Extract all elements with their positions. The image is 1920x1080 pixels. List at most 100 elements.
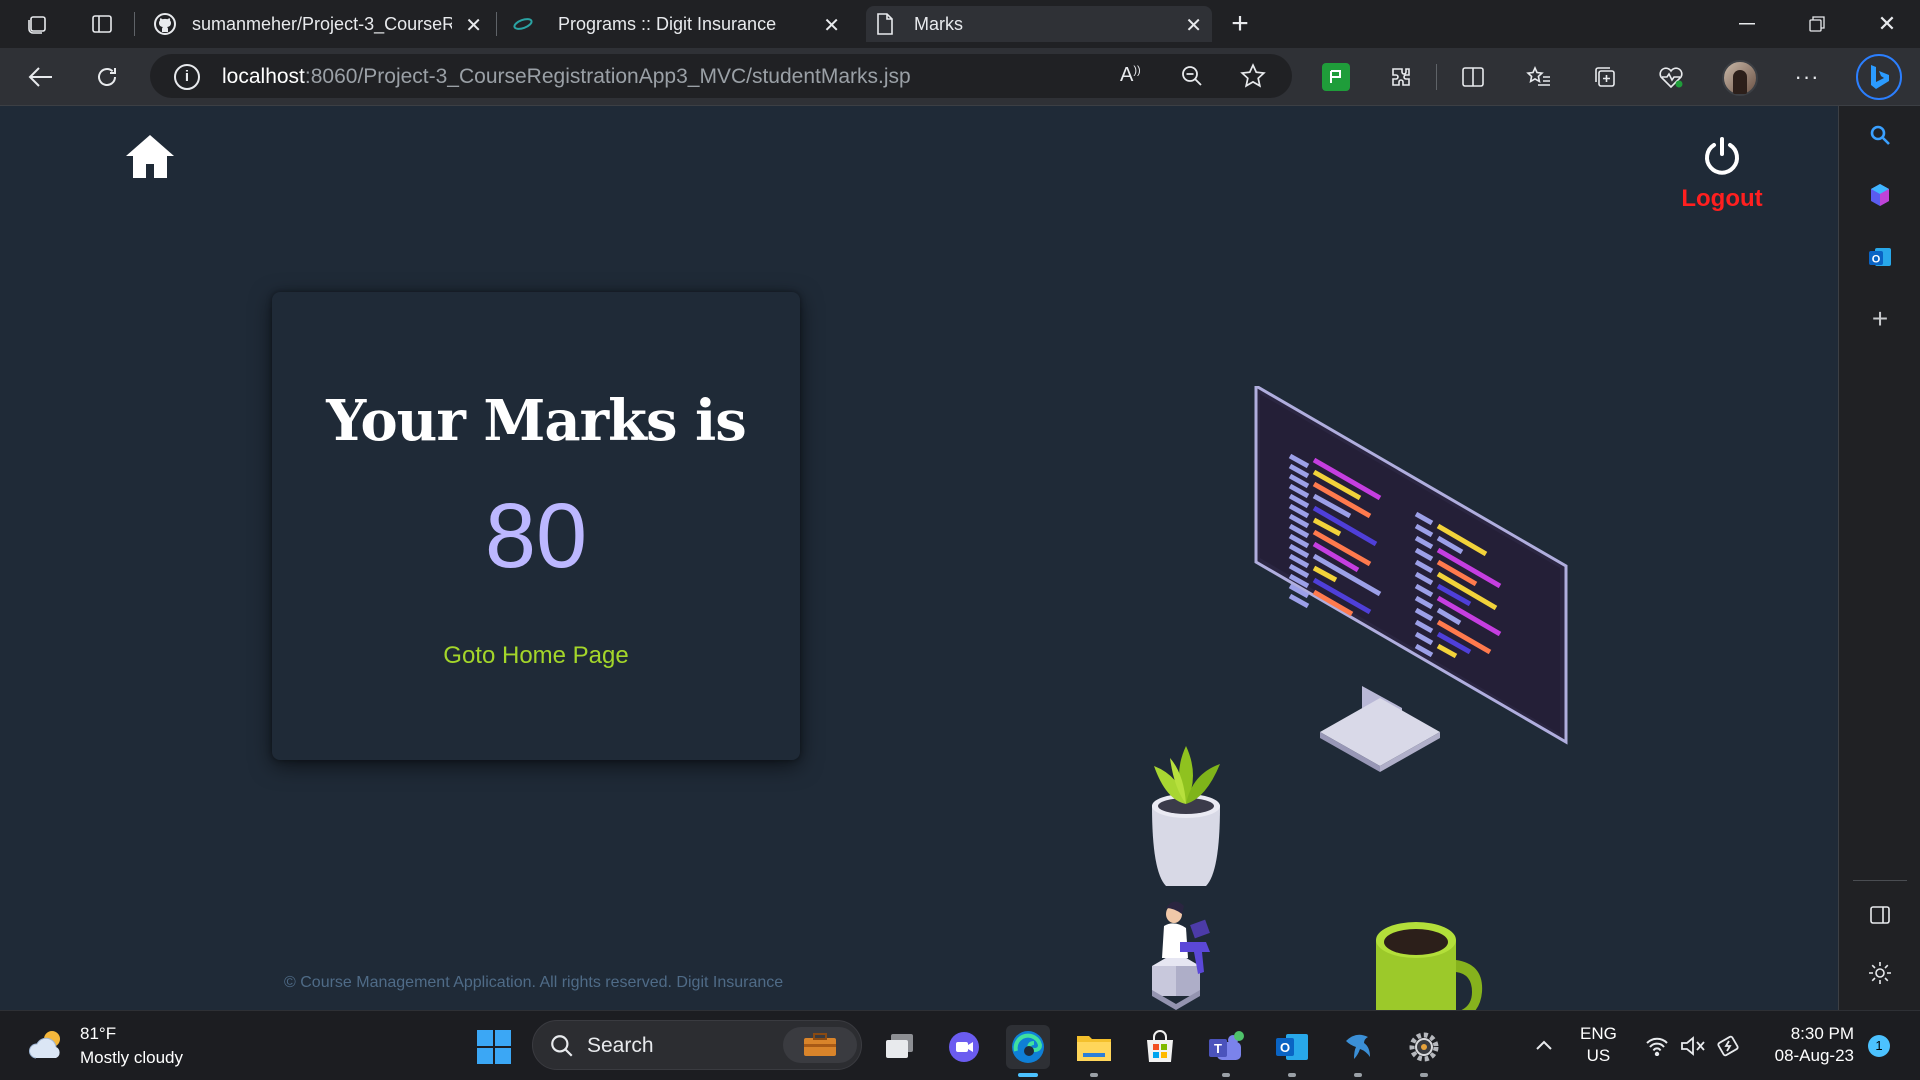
workspaces-icon[interactable] — [24, 10, 52, 38]
page-icon — [872, 11, 898, 37]
file-explorer-icon[interactable] — [1072, 1025, 1116, 1077]
clock-date: 08-Aug-23 — [1774, 1046, 1854, 1065]
search-icon — [549, 1033, 575, 1064]
favorites-icon[interactable] — [1524, 62, 1554, 92]
developer-illustration — [1140, 383, 1590, 1010]
collections-icon[interactable] — [1590, 62, 1620, 92]
open-indicator — [1090, 1073, 1098, 1077]
sidebar-divider — [1853, 880, 1907, 881]
settings-gear-app-icon[interactable] — [1402, 1025, 1446, 1077]
search-icon[interactable] — [1865, 120, 1895, 150]
site-info-icon[interactable]: i — [174, 64, 200, 90]
cloudy-weather-icon — [28, 1028, 68, 1064]
notification-badge[interactable]: 1 — [1868, 1035, 1890, 1057]
taskbar-search[interactable]: Search — [532, 1020, 862, 1070]
weather-temp: 81°F — [80, 1024, 117, 1043]
svg-text:O: O — [1872, 254, 1881, 266]
mysql-dolphin-icon[interactable] — [1336, 1025, 1380, 1077]
address-bar[interactable]: i localhost:8060/Project-3_CourseRegistr… — [150, 54, 1292, 98]
active-indicator — [1018, 1073, 1038, 1077]
plant-graphic — [1152, 746, 1220, 886]
logout-label: Logout — [1681, 185, 1763, 212]
favorite-star-icon[interactable] — [1240, 63, 1266, 94]
start-windows-icon[interactable] — [472, 1025, 516, 1069]
extension-green-icon[interactable] — [1322, 63, 1350, 91]
sidebar-settings-icon[interactable] — [1865, 958, 1895, 988]
page-content: Logout Your Marks is 80 Goto Home Page ©… — [0, 106, 1838, 1010]
close-window-icon[interactable]: ✕ — [1872, 10, 1902, 38]
teams-icon[interactable]: T — [1204, 1025, 1248, 1077]
tab-github[interactable]: sumanmeher/Project-3_CourseR ✕ — [148, 6, 492, 42]
tab-title: Programs :: Digit Insurance — [558, 13, 777, 34]
svg-text:T: T — [1214, 1041, 1222, 1056]
windows-taskbar: 81°F Mostly cloudy Search T O ENG US 8:3… — [0, 1010, 1920, 1080]
open-indicator — [1288, 1073, 1296, 1077]
new-tab-icon[interactable]: + — [1226, 7, 1254, 40]
search-highlight-briefcase-icon — [783, 1027, 857, 1063]
power-icon — [1702, 136, 1742, 176]
url-text[interactable]: localhost:8060/Project-3_CourseRegistrat… — [222, 65, 911, 89]
copilot-icon[interactable] — [1865, 180, 1895, 210]
home-icon[interactable] — [124, 132, 176, 182]
tab-title: sumanmeher/Project-3_CourseR — [192, 13, 452, 34]
outlook-app-icon[interactable]: O — [1270, 1025, 1314, 1077]
show-hidden-icons-chevron[interactable] — [1532, 1033, 1556, 1057]
open-indicator — [1222, 1073, 1230, 1077]
microsoft-store-icon[interactable] — [1138, 1025, 1182, 1069]
open-indicator — [1420, 1073, 1428, 1077]
copilot-bing-icon[interactable] — [1856, 54, 1902, 100]
region-code: US — [1586, 1046, 1611, 1065]
tab-marks[interactable]: Marks ✕ — [866, 6, 1212, 42]
split-screen-icon[interactable] — [1458, 62, 1488, 92]
tab-separator — [496, 12, 497, 36]
settings-more-icon[interactable]: ··· — [1792, 62, 1822, 92]
github-icon — [152, 11, 178, 37]
goto-home-link[interactable]: Goto Home Page — [272, 642, 800, 670]
system-clock[interactable]: 8:30 PM 08-Aug-23 — [1760, 1023, 1854, 1067]
teams-chat-icon[interactable] — [942, 1025, 986, 1069]
tab-separator — [134, 12, 135, 36]
tab-title: Marks — [914, 13, 963, 34]
toolbar-separator — [1436, 64, 1437, 90]
extensions-icon[interactable] — [1386, 62, 1416, 92]
refresh-icon[interactable] — [92, 62, 122, 92]
card-title: Your Marks is — [326, 388, 747, 454]
close-tab-icon[interactable]: ✕ — [465, 13, 482, 38]
search-label: Search — [587, 1034, 654, 1057]
zoom-out-icon[interactable] — [1180, 64, 1204, 93]
browser-essentials-icon[interactable] — [1656, 62, 1686, 92]
edge-browser-icon[interactable] — [1006, 1025, 1050, 1077]
person-graphic — [1152, 901, 1210, 1010]
svg-text:O: O — [1280, 1040, 1290, 1055]
outlook-icon[interactable]: O — [1865, 242, 1895, 272]
wifi-icon[interactable] — [1644, 1033, 1670, 1059]
tab-digit[interactable]: Programs :: Digit Insurance ✕ — [506, 6, 850, 42]
monitor-graphic — [1254, 383, 1568, 772]
weather-widget[interactable]: 81°F Mostly cloudy — [28, 1023, 183, 1069]
close-tab-icon[interactable]: ✕ — [1185, 13, 1202, 38]
language-indicator[interactable]: ENG US — [1580, 1023, 1617, 1067]
hide-sidebar-icon[interactable] — [1865, 900, 1895, 930]
profile-avatar[interactable] — [1722, 60, 1758, 96]
language-code: ENG — [1580, 1024, 1617, 1043]
back-icon[interactable] — [26, 62, 56, 92]
restore-icon[interactable] — [1802, 10, 1832, 38]
weather-desc: Mostly cloudy — [80, 1048, 183, 1067]
minimize-icon[interactable] — [1732, 10, 1762, 38]
digit-logo-icon — [512, 14, 538, 34]
battery-charging-icon[interactable] — [1716, 1033, 1742, 1059]
edge-sidebar: O + — [1838, 106, 1920, 1010]
task-view-icon[interactable] — [878, 1025, 922, 1069]
add-sidebar-app-icon[interactable]: + — [1865, 303, 1895, 334]
marks-card: Your Marks is 80 Goto Home Page — [272, 292, 800, 760]
close-tab-icon[interactable]: ✕ — [823, 13, 840, 38]
tab-actions-icon[interactable] — [88, 10, 116, 38]
read-aloud-icon[interactable]: A)) — [1120, 64, 1141, 87]
url-path: :8060/Project-3_CourseRegistrationApp3_M… — [304, 65, 911, 88]
volume-muted-icon[interactable] — [1680, 1033, 1706, 1059]
browser-tab-bar: sumanmeher/Project-3_CourseR ✕ Programs … — [0, 0, 1920, 48]
browser-toolbar: i localhost:8060/Project-3_CourseRegistr… — [0, 48, 1920, 106]
mug-graphic — [1376, 922, 1483, 1010]
logout-button[interactable]: Logout — [1672, 136, 1772, 213]
footer-copyright: © Course Management Application. All rig… — [284, 974, 784, 991]
